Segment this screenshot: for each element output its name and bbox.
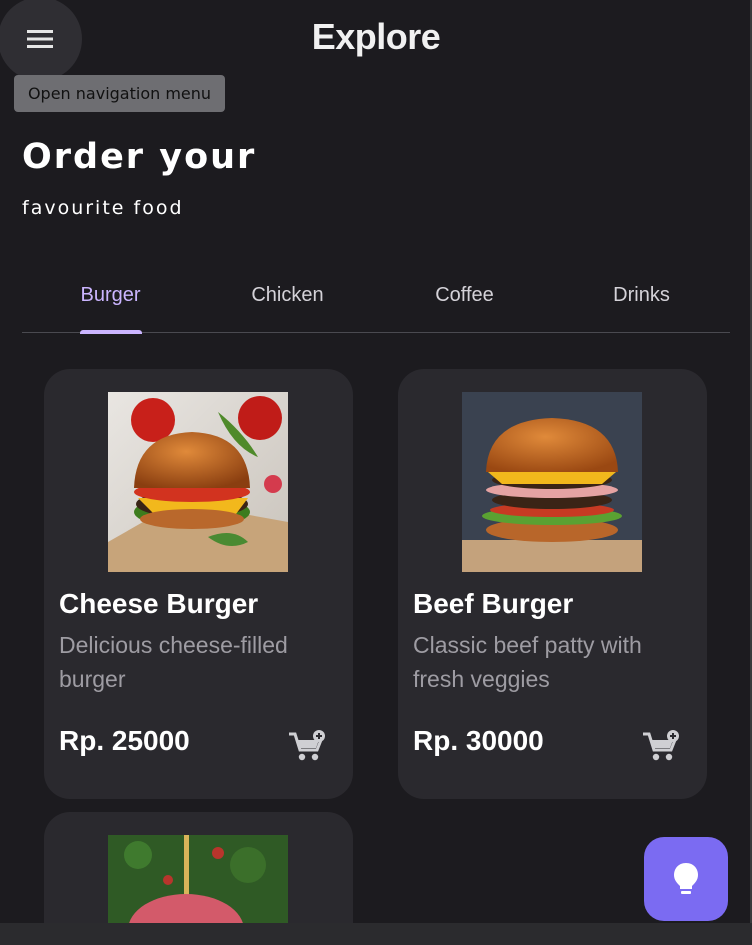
beef-burger-image	[462, 392, 642, 572]
headline: Order your	[22, 137, 257, 177]
tab-drinks[interactable]: Drinks	[553, 268, 730, 332]
add-shopping-cart-icon	[643, 730, 679, 761]
product-name: Beef Burger	[413, 588, 574, 619]
app-title: Explore	[311, 16, 441, 57]
product-price: Rp. 25000	[59, 725, 190, 756]
subheadline: favourite food	[22, 197, 184, 219]
product-price: Rp. 30000	[413, 725, 544, 756]
lightbulb-icon	[674, 863, 698, 894]
product-description: Delicious cheese-filled burger	[59, 632, 288, 692]
product-image	[108, 835, 288, 925]
explore-screen: Open navigation menu Explore Order your …	[0, 0, 752, 945]
tab-label: Coffee	[435, 284, 494, 306]
menu-tooltip: Open navigation menu	[14, 75, 225, 112]
tab-indicator	[79, 330, 142, 334]
cheese-burger-image	[108, 392, 288, 572]
tab-label: Drinks	[613, 284, 670, 306]
product-description: Classic beef patty with fresh veggies	[413, 632, 642, 692]
tab-label: Chicken	[251, 284, 324, 306]
tab-coffee[interactable]: Coffee	[376, 268, 553, 332]
tab-burger[interactable]: Burger	[22, 268, 199, 334]
product-name: Cheese Burger	[59, 588, 259, 619]
product-card-cheese-burger[interactable]: Cheese Burger Delicious cheese-filled bu…	[44, 369, 353, 799]
bottom-bar	[0, 923, 752, 945]
category-tabs: Burger Chicken Coffee Drinks	[22, 268, 730, 334]
product-card-beef-burger[interactable]: Beef Burger Classic beef patty with fres…	[398, 369, 707, 799]
lightbulb-fab[interactable]	[644, 837, 728, 921]
add-to-cart-button[interactable]	[288, 730, 328, 764]
add-shopping-cart-icon	[289, 730, 325, 761]
add-to-cart-button[interactable]	[642, 730, 682, 764]
tab-chicken[interactable]: Chicken	[199, 268, 376, 332]
tab-label: Burger	[80, 284, 141, 306]
